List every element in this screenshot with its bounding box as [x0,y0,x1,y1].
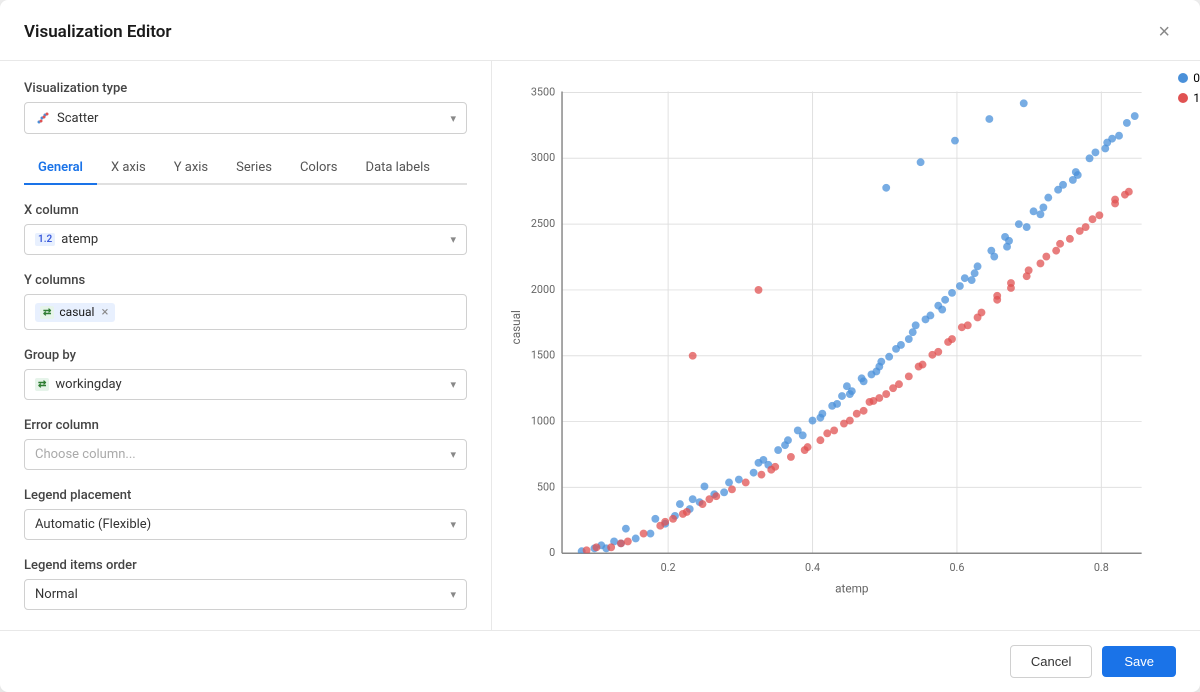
casual-type-icon: ⇄ [40,306,54,319]
tab-general[interactable]: General [24,152,97,185]
legend-placement-label: Legend placement [24,488,467,503]
y-columns-label: Y columns [24,273,467,288]
svg-text:0: 0 [549,546,555,559]
group-by-field: Group by ⇄ workingday ▾ [24,348,467,400]
svg-text:3000: 3000 [531,151,555,164]
legend-placement-field: Legend placement Automatic (Flexible) ▾ [24,488,467,540]
legend-items-order-label: Legend items order [24,558,467,573]
casual-tag-label: casual [59,305,94,319]
tab-series[interactable]: Series [222,152,286,185]
tab-datalabels[interactable]: Data labels [352,152,444,185]
x-column-field: X column 1.2 atemp ▾ [24,203,467,255]
visualization-type-chevron: ▾ [450,112,456,125]
svg-text:0.4: 0.4 [805,561,820,574]
left-panel: Visualization type [0,61,492,630]
dialog-footer: Cancel Save [0,630,1200,692]
visualization-type-value: Scatter [57,111,98,126]
svg-text:2500: 2500 [531,217,555,230]
legend-item-0: 0 [1178,71,1200,85]
x-column-value: atemp [61,232,98,247]
legend-items-order-select[interactable]: Normal ▾ [24,579,467,610]
y-columns-field: Y columns ⇄ casual × [24,273,467,330]
svg-text:0.6: 0.6 [949,561,964,574]
svg-text:0.2: 0.2 [661,561,676,574]
legend-placement-chevron: ▾ [450,518,456,531]
y-axis-label: casual [509,310,523,344]
svg-text:0.8: 0.8 [1094,561,1109,574]
visualization-type-label: Visualization type [24,81,467,96]
svg-text:500: 500 [537,480,555,493]
x-column-select[interactable]: 1.2 atemp ▾ [24,224,467,255]
dialog-body: Visualization type [0,61,1200,630]
cancel-button[interactable]: Cancel [1010,645,1092,678]
group-by-select[interactable]: ⇄ workingday ▾ [24,369,467,400]
error-column-field: Error column Choose column... ▾ [24,418,467,470]
tab-xaxis[interactable]: X axis [97,152,160,185]
dialog-title: Visualization Editor [24,22,172,42]
save-button[interactable]: Save [1102,646,1176,677]
legend-label-1: 1 [1193,91,1200,105]
x-column-label: X column [24,203,467,218]
tabs-bar: General X axis Y axis Series Colors Data… [24,152,467,185]
group-by-chevron: ▾ [450,378,456,391]
legend-items-order-field: Legend items order Normal ▾ [24,558,467,610]
tab-yaxis[interactable]: Y axis [160,152,222,185]
legend-items-order-value: Normal [35,587,78,602]
visualization-type-field: Visualization type [24,81,467,134]
legend-items-order-chevron: ▾ [450,588,456,601]
scatter-chart-icon [35,110,51,126]
error-column-select[interactable]: Choose column... ▾ [24,439,467,470]
scatter-chart: casual 0 500 1000 1500 2000 2500 [508,77,1176,607]
legend-dot-1 [1178,93,1188,103]
x-column-type-icon: 1.2 [35,233,55,246]
legend-label-0: 0 [1193,71,1200,85]
right-panel: 0 1 casual 0 [492,61,1200,630]
legend-placement-value: Automatic (Flexible) [35,517,151,532]
x-column-chevron: ▾ [450,233,456,246]
group-by-label: Group by [24,348,467,363]
blue-points [578,99,1139,555]
red-points [583,188,1133,554]
svg-text:2000: 2000 [531,283,555,296]
visualization-type-select[interactable]: Scatter ▾ [24,102,467,134]
error-column-label: Error column [24,418,467,433]
visualization-editor-dialog: Visualization Editor × Visualization typ… [0,0,1200,692]
legend-dot-0 [1178,73,1188,83]
casual-tag-remove[interactable]: × [101,305,108,320]
x-axis-label: atemp [835,582,869,596]
chart-legend: 0 1 [1178,71,1200,105]
svg-text:1000: 1000 [531,415,555,428]
group-by-value: workingday [55,377,121,392]
legend-item-1: 1 [1178,91,1200,105]
close-button[interactable]: × [1152,20,1176,44]
y-columns-input[interactable]: ⇄ casual × [24,294,467,330]
svg-text:1500: 1500 [531,349,555,362]
tab-colors[interactable]: Colors [286,152,352,185]
group-by-type-icon: ⇄ [35,378,49,391]
y-column-tag-casual: ⇄ casual × [35,303,115,322]
svg-text:3500: 3500 [531,85,555,98]
legend-placement-select[interactable]: Automatic (Flexible) ▾ [24,509,467,540]
error-column-placeholder: Choose column... [35,447,136,462]
error-column-chevron: ▾ [450,448,456,461]
dialog-header: Visualization Editor × [0,0,1200,61]
